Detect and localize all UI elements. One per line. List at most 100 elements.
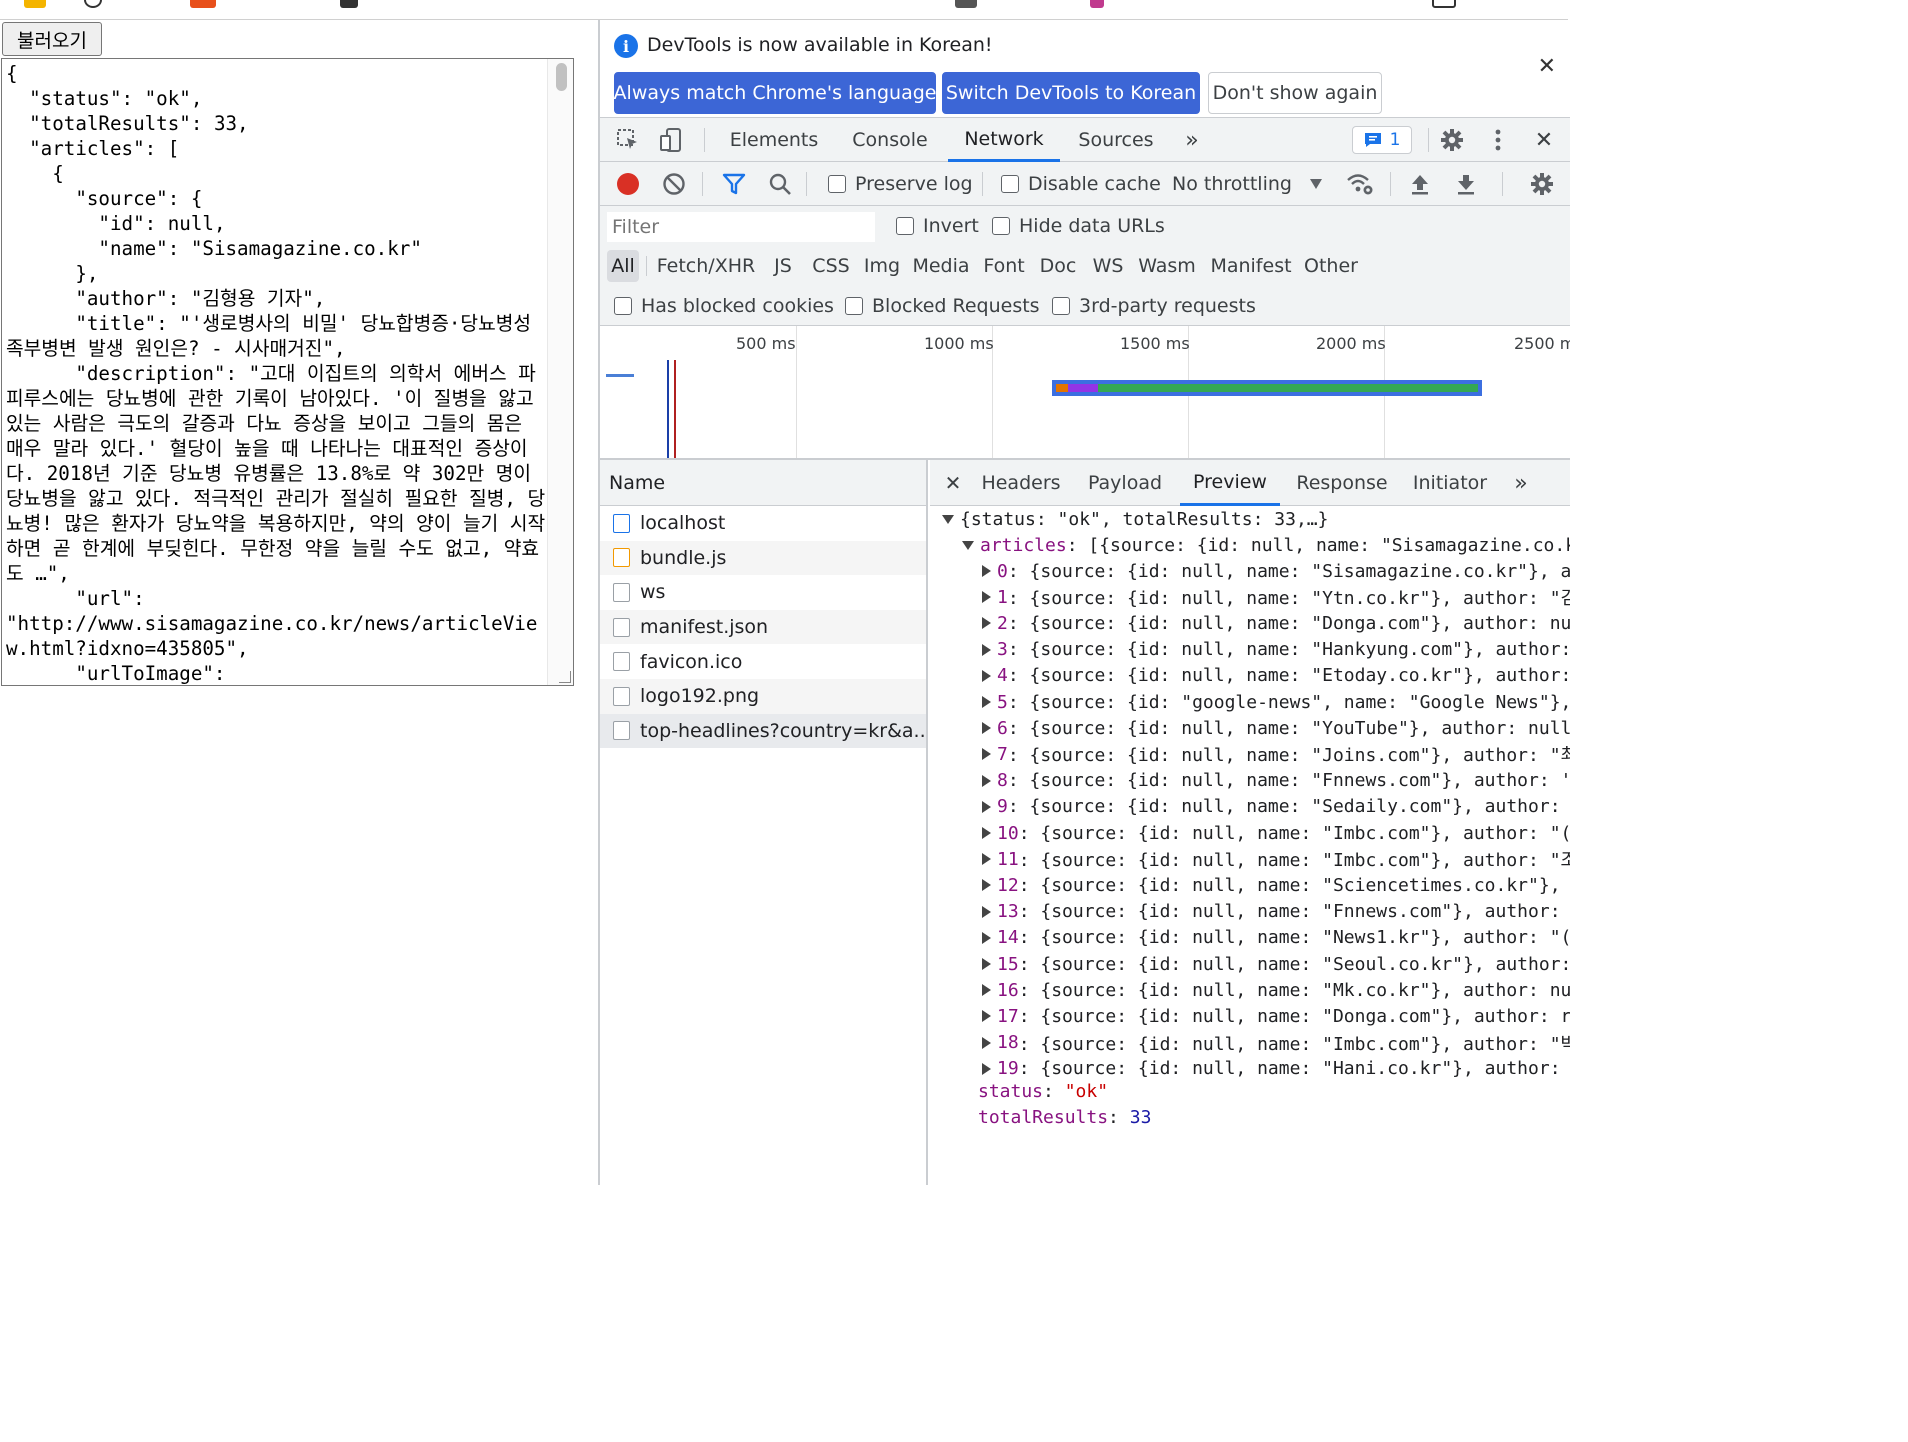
article-item-row[interactable]: 3: {source: {id: null, name: "Hankyung.c… bbox=[982, 637, 1570, 663]
inspect-element-icon[interactable] bbox=[614, 126, 642, 154]
export-har-download-icon[interactable] bbox=[1452, 170, 1480, 198]
bookmark-icon[interactable] bbox=[1090, 0, 1104, 8]
article-item-row[interactable]: 4: {source: {id: null, name: "Etoday.co.… bbox=[982, 663, 1570, 689]
dropdown-arrow-icon[interactable] bbox=[1310, 179, 1322, 189]
network-settings-gear-icon[interactable] bbox=[1528, 170, 1556, 198]
invert-checkbox[interactable]: Invert bbox=[896, 215, 979, 237]
collapsed-triangle-icon[interactable] bbox=[982, 800, 991, 813]
collapsed-triangle-icon[interactable] bbox=[982, 643, 991, 656]
checkbox-box[interactable] bbox=[1052, 297, 1070, 315]
collapsed-triangle-icon[interactable] bbox=[982, 669, 991, 682]
article-item-row[interactable]: 2: {source: {id: null, name: "Donga.com"… bbox=[982, 610, 1570, 636]
bookmark-icon[interactable] bbox=[340, 0, 358, 8]
article-item-row[interactable]: 14: {source: {id: null, name: "News1.kr"… bbox=[982, 925, 1570, 951]
throttling-select[interactable]: No throttling bbox=[1172, 173, 1292, 195]
request-row-selected[interactable]: top-headlines?country=kr&a... bbox=[600, 713, 926, 749]
tab-console[interactable]: Console bbox=[838, 118, 942, 162]
clear-icon[interactable] bbox=[660, 170, 688, 198]
third-party-requests-checkbox[interactable]: 3rd-party requests bbox=[1052, 295, 1256, 317]
network-overview-timeline[interactable]: 500 ms 1000 ms 1500 ms 2000 ms 2500 ms bbox=[600, 326, 1570, 460]
scrollbar-thumb[interactable] bbox=[556, 63, 567, 91]
type-filter-manifest[interactable]: Manifest bbox=[1206, 250, 1296, 282]
request-row[interactable]: manifest.json bbox=[600, 609, 926, 645]
blocked-requests-checkbox[interactable]: Blocked Requests bbox=[845, 295, 1040, 317]
article-item-row[interactable]: 1: {source: {id: null, name: "Ytn.co.kr"… bbox=[982, 584, 1570, 610]
collapsed-triangle-icon[interactable] bbox=[982, 1010, 991, 1023]
tab-elements[interactable]: Elements bbox=[718, 118, 830, 162]
tab-response[interactable]: Response bbox=[1290, 460, 1394, 506]
close-detail-icon[interactable]: ✕ bbox=[938, 460, 968, 506]
filter-input[interactable] bbox=[607, 212, 875, 242]
filter-funnel-icon[interactable] bbox=[720, 170, 748, 198]
type-filter-other[interactable]: Other bbox=[1303, 250, 1359, 282]
article-item-row[interactable]: 6: {source: {id: null, name: "YouTube"},… bbox=[982, 715, 1570, 741]
collapsed-triangle-icon[interactable] bbox=[982, 958, 991, 970]
collapsed-triangle-icon[interactable] bbox=[982, 722, 991, 735]
hide-data-urls-checkbox[interactable]: Hide data URLs bbox=[992, 215, 1165, 237]
article-item-row[interactable]: 16: {source: {id: null, name: "Mk.co.kr"… bbox=[982, 977, 1570, 1003]
resize-grip-icon[interactable] bbox=[559, 671, 571, 683]
preserve-log-checkbox[interactable]: Preserve log bbox=[828, 173, 973, 195]
has-blocked-cookies-checkbox[interactable]: Has blocked cookies bbox=[614, 295, 834, 317]
article-item-row[interactable]: 12: {source: {id: null, name: "Scienceti… bbox=[982, 872, 1561, 898]
always-match-language-button[interactable]: Always match Chrome's language bbox=[614, 72, 936, 114]
type-filter-all[interactable]: All bbox=[607, 250, 639, 282]
article-item-row[interactable]: 18: {source: {id: null, name: "Imbc.com"… bbox=[982, 1030, 1570, 1056]
type-filter-fetch-xhr[interactable]: Fetch/XHR bbox=[654, 250, 758, 282]
article-item-row[interactable]: 9: {source: {id: null, name: "Sedaily.co… bbox=[982, 794, 1561, 820]
bookmark-icon[interactable] bbox=[955, 0, 977, 8]
request-row[interactable]: ws bbox=[600, 575, 926, 610]
tab-payload[interactable]: Payload bbox=[1082, 460, 1168, 506]
collapsed-triangle-icon[interactable] bbox=[982, 879, 991, 892]
more-tabs-chevron-icon[interactable]: » bbox=[1172, 118, 1212, 162]
type-filter-media[interactable]: Media bbox=[910, 250, 972, 282]
collapsed-triangle-icon[interactable] bbox=[982, 748, 991, 761]
device-toolbar-icon[interactable] bbox=[657, 126, 685, 154]
expanded-triangle-icon[interactable] bbox=[962, 540, 974, 550]
article-item-row[interactable]: 11: {source: {id: null, name: "Imbc.com"… bbox=[982, 846, 1570, 872]
record-icon[interactable] bbox=[614, 170, 642, 198]
tab-initiator[interactable]: Initiator bbox=[1406, 460, 1494, 506]
checkbox-box[interactable] bbox=[896, 217, 914, 235]
search-icon[interactable] bbox=[766, 170, 794, 198]
article-item-row[interactable]: 10: {source: {id: null, name: "Imbc.com"… bbox=[982, 820, 1570, 846]
type-filter-js[interactable]: JS bbox=[766, 250, 800, 282]
checkbox-box[interactable] bbox=[828, 175, 846, 193]
close-icon[interactable]: ✕ bbox=[1538, 54, 1556, 79]
collapsed-triangle-icon[interactable] bbox=[982, 565, 991, 577]
expanded-triangle-icon[interactable] bbox=[942, 514, 954, 524]
checkbox-box[interactable] bbox=[845, 297, 863, 315]
article-item-row[interactable]: 8: {source: {id: null, name: "Fnnews.com… bbox=[982, 768, 1570, 794]
more-detail-tabs-chevron-icon[interactable]: » bbox=[1506, 460, 1536, 506]
tree-articles[interactable]: articles: [{source: {id: null, name: "Si… bbox=[962, 532, 1570, 558]
tab-preview[interactable]: Preview bbox=[1180, 460, 1280, 506]
article-item-row[interactable]: 17: {source: {id: null, name: "Donga.com… bbox=[982, 1003, 1570, 1029]
dont-show-again-button[interactable]: Don't show again bbox=[1208, 72, 1382, 114]
settings-gear-icon[interactable] bbox=[1438, 126, 1466, 154]
bookmark-icon[interactable] bbox=[190, 0, 216, 8]
bookmark-icon[interactable] bbox=[24, 0, 46, 8]
collapsed-triangle-icon[interactable] bbox=[982, 774, 991, 787]
request-row[interactable]: logo192.png bbox=[600, 679, 926, 714]
close-devtools-icon[interactable]: ✕ bbox=[1530, 126, 1558, 154]
collapsed-triangle-icon[interactable] bbox=[982, 591, 991, 604]
request-row[interactable]: localhost bbox=[600, 506, 926, 541]
collapsed-triangle-icon[interactable] bbox=[982, 617, 991, 630]
tab-network[interactable]: Network bbox=[948, 118, 1060, 162]
type-filter-ws[interactable]: WS bbox=[1088, 250, 1128, 282]
bookmark-icon[interactable] bbox=[84, 0, 102, 8]
issues-message-badge[interactable]: 1 bbox=[1352, 126, 1412, 154]
collapsed-triangle-icon[interactable] bbox=[982, 827, 991, 839]
tab-sources[interactable]: Sources bbox=[1068, 118, 1164, 162]
network-conditions-wifi-icon[interactable] bbox=[1346, 170, 1374, 198]
collapsed-triangle-icon[interactable] bbox=[982, 696, 991, 708]
type-filter-font[interactable]: Font bbox=[980, 250, 1028, 282]
article-item-row[interactable]: 7: {source: {id: null, name: "Joins.com"… bbox=[982, 741, 1570, 767]
checkbox-box[interactable] bbox=[992, 217, 1010, 235]
type-filter-doc[interactable]: Doc bbox=[1036, 250, 1080, 282]
disable-cache-checkbox[interactable]: Disable cache bbox=[1001, 173, 1161, 195]
bookmark-icon[interactable] bbox=[1432, 0, 1456, 8]
checkbox-box[interactable] bbox=[1001, 175, 1019, 193]
collapsed-triangle-icon[interactable] bbox=[982, 1036, 991, 1049]
name-column-header[interactable]: Name bbox=[600, 460, 926, 506]
